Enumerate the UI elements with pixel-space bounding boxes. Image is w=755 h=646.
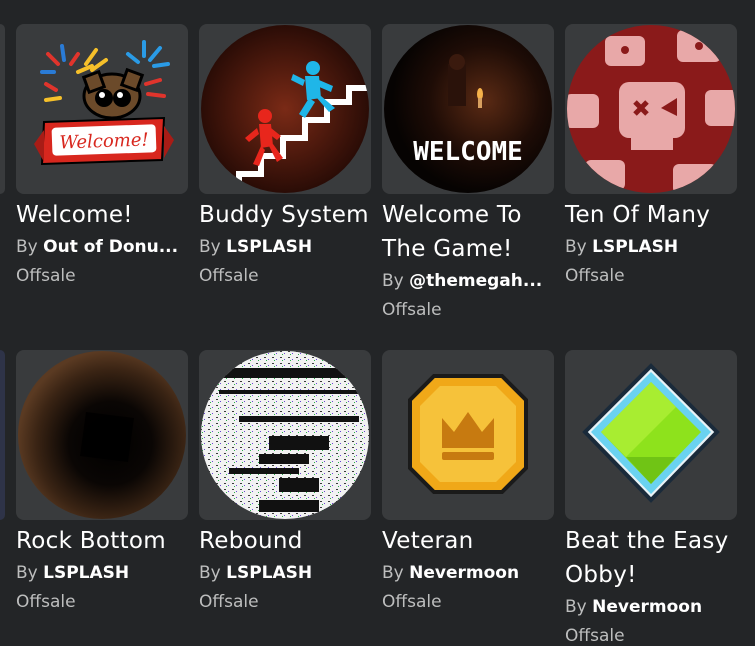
badge-price: Offsale <box>565 266 625 286</box>
badge-creator: By Out of Donu... <box>16 232 188 262</box>
badge-creator: By Nevermoon <box>382 558 554 588</box>
previous-card-edge <box>0 350 5 520</box>
creator-prefix: By <box>382 563 404 583</box>
badge-price: Offsale <box>16 266 76 286</box>
skull-pattern-icon <box>567 25 735 193</box>
previous-card-edge <box>0 24 5 194</box>
badge-price: Offsale <box>199 266 259 286</box>
badge-title[interactable]: Rebound <box>199 524 371 558</box>
badge-card[interactable]: Buddy System By LSPLASH Offsale <box>199 24 371 290</box>
badge-thumbnail[interactable] <box>16 350 188 520</box>
badge-title[interactable]: Welcome To The Game! <box>382 198 554 266</box>
badge-card[interactable]: Ten Of Many By LSPLASH Offsale <box>565 24 737 290</box>
badge-creator: By @themegah... <box>382 266 554 296</box>
badge-thumbnail[interactable] <box>199 350 371 520</box>
badge-title[interactable]: Welcome! <box>16 198 188 232</box>
creator-prefix: By <box>199 237 221 257</box>
gold-crown-gem-icon <box>408 374 528 494</box>
badge-thumbnail[interactable]: Welcome! <box>16 24 188 194</box>
badge-creator: By LSPLASH <box>565 232 737 262</box>
badge-price: Offsale <box>16 592 76 612</box>
badge-title[interactable]: Buddy System <box>199 198 371 232</box>
green-gem-icon <box>582 363 720 503</box>
creator-name[interactable]: LSPLASH <box>226 563 312 583</box>
dark-welcome-icon: WELCOME <box>384 25 552 193</box>
badge-card[interactable]: Veteran By Nevermoon Offsale <box>382 350 554 616</box>
badge-price: Offsale <box>199 592 259 612</box>
badge-price: Offsale <box>382 592 442 612</box>
badge-card[interactable]: Beat the Easy Obby! By Nevermoon Offsale <box>565 350 737 646</box>
badge-creator: By LSPLASH <box>199 558 371 588</box>
badge-thumbnail[interactable] <box>565 24 737 194</box>
creator-name[interactable]: @themegah... <box>409 271 542 291</box>
badge-title[interactable]: Ten Of Many <box>565 198 737 232</box>
badge-price: Offsale <box>565 626 625 646</box>
badge-creator: By LSPLASH <box>16 558 188 588</box>
creator-name[interactable]: LSPLASH <box>226 237 312 257</box>
creator-prefix: By <box>16 237 38 257</box>
creator-prefix: By <box>199 563 221 583</box>
creator-name[interactable]: Nevermoon <box>409 563 519 583</box>
creator-name[interactable]: LSPLASH <box>592 237 678 257</box>
badge-card[interactable]: Rock Bottom By LSPLASH Offsale <box>16 350 188 616</box>
badge-thumbnail[interactable] <box>565 350 737 520</box>
badge-card[interactable]: WELCOME Welcome To The Game! By @themega… <box>382 24 554 324</box>
badge-thumbnail[interactable] <box>199 24 371 194</box>
badge-grid: Welcome! Welcome! By Out of Donu... Offs… <box>0 0 755 646</box>
badge-card[interactable]: Welcome! Welcome! By Out of Donu... Offs… <box>16 24 188 290</box>
badge-card[interactable]: Rebound By LSPLASH Offsale <box>199 350 371 616</box>
badge-title[interactable]: Veteran <box>382 524 554 558</box>
creator-name[interactable]: LSPLASH <box>43 563 129 583</box>
creator-prefix: By <box>382 271 404 291</box>
badge-thumbnail[interactable]: WELCOME <box>382 24 554 194</box>
creator-prefix: By <box>16 563 38 583</box>
creator-prefix: By <box>565 597 587 617</box>
badge-price: Offsale <box>382 300 442 320</box>
badge-thumbnail[interactable] <box>382 350 554 520</box>
badge-creator: By LSPLASH <box>199 232 371 262</box>
stairs-figures-icon <box>201 25 369 193</box>
welcome-sign-text: Welcome! <box>59 129 149 153</box>
badge-title[interactable]: Rock Bottom <box>16 524 188 558</box>
dark-hole-icon <box>18 351 186 519</box>
welcome-text: WELCOME <box>413 137 523 167</box>
creator-name[interactable]: Out of Donu... <box>43 237 178 257</box>
badge-creator: By Nevermoon <box>565 592 737 622</box>
creator-prefix: By <box>565 237 587 257</box>
welcome-sign-icon: Welcome! <box>34 40 174 166</box>
badge-title[interactable]: Beat the Easy Obby! <box>565 524 737 592</box>
static-noise-icon <box>201 351 369 519</box>
creator-name[interactable]: Nevermoon <box>592 597 702 617</box>
